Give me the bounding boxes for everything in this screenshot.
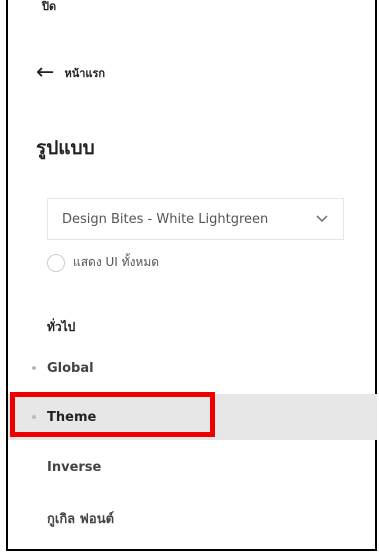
show-all-ui-label: แสดง UI ทั้งหมด [73, 255, 160, 269]
radio-button[interactable] [47, 253, 65, 272]
nav-item-google-fonts[interactable]: กูเกิล ฟอนต์ [8, 495, 377, 541]
panel-title: รูปแบบ [36, 137, 95, 159]
back-label: หน้าแรก [64, 67, 106, 80]
nav-item-label: Global [47, 360, 94, 376]
nav-item-label: กูเกิล ฟอนต์ [47, 511, 115, 527]
section-heading: ทั่วไป [47, 320, 76, 334]
design-select[interactable]: Design Bites - White Lightgreen [47, 198, 344, 240]
highlight-annotation [10, 392, 215, 437]
nav-item-inverse[interactable]: Inverse [8, 444, 377, 490]
arrow-left-icon: ← [36, 60, 55, 85]
nav-item-label: Inverse [47, 459, 102, 475]
bullet-icon [32, 366, 36, 370]
close-label[interactable]: ปิด [42, 0, 56, 14]
back-to-home-button[interactable]: ← หน้าแรก [36, 60, 106, 85]
design-select-value: Design Bites - White Lightgreen [62, 211, 269, 227]
show-all-ui-toggle[interactable]: แสดง UI ทั้งหมด [47, 253, 159, 272]
chevron-down-icon [316, 215, 328, 223]
nav-item-global[interactable]: Global [8, 345, 377, 391]
